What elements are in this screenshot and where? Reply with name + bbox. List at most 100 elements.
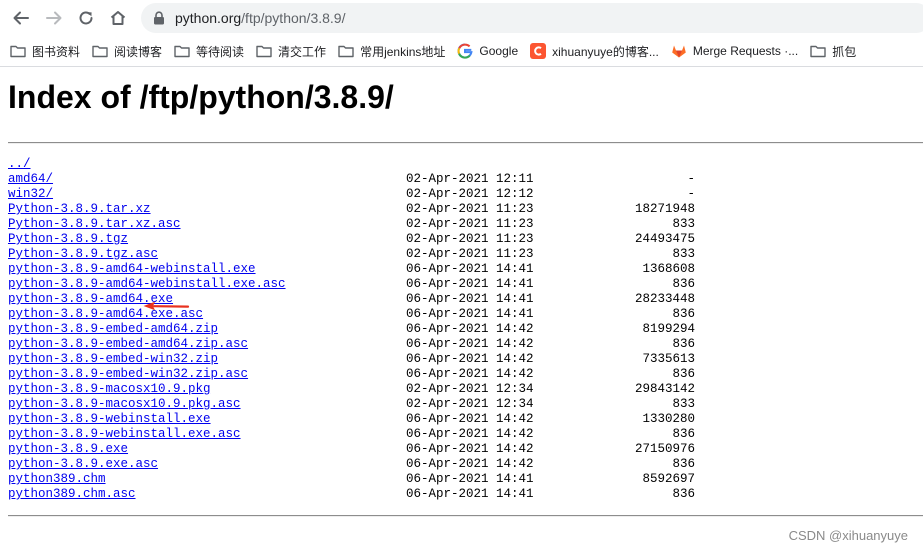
file-link[interactable]: python-3.8.9-embed-amd64.zip.asc xyxy=(8,337,248,352)
file-link[interactable]: python-3.8.9.exe.asc xyxy=(8,457,158,472)
url-text[interactable]: python.org/ftp/python/3.8.9/ xyxy=(175,10,345,26)
bookmark-item[interactable]: 等待阅读 xyxy=(168,39,250,63)
file-row: amd64/02-Apr-2021 12:11 - xyxy=(8,172,923,187)
file-row: python-3.8.9-amd64-webinstall.exe 06-Apr-… xyxy=(8,262,923,277)
file-date: 06-Apr-2021 14:42 xyxy=(406,427,534,441)
file-link[interactable]: python-3.8.9-amd64-webinstall.exe.asc xyxy=(8,277,286,292)
file-row: python-3.8.9.exe.asc 06-Apr-2021 14:42 836 xyxy=(8,457,923,472)
file-link[interactable]: Python-3.8.9.tgz xyxy=(8,232,128,247)
file-link[interactable]: python-3.8.9-embed-win32.zip.asc xyxy=(8,367,248,382)
file-date: 06-Apr-2021 14:42 xyxy=(406,322,534,336)
bookmark-label: Merge Requests ·... xyxy=(692,44,799,58)
file-row: python-3.8.9-amd64-webinstall.exe.asc 06-… xyxy=(8,277,923,292)
file-date: 06-Apr-2021 14:42 xyxy=(406,337,534,351)
file-size: 27150976 xyxy=(634,442,695,456)
file-link[interactable]: python389.chm xyxy=(8,472,106,487)
file-row: python-3.8.9-webinstall.exe 06-Apr-2021 1… xyxy=(8,412,923,427)
address-bar[interactable]: python.org/ftp/python/3.8.9/ xyxy=(141,3,923,33)
file-row: python-3.8.9-macosx10.9.pkg 02-Apr-2021 1… xyxy=(8,382,923,397)
folder-icon xyxy=(338,43,354,59)
page-content: Index of /ftp/python/3.8.9/ ../ amd64/02… xyxy=(0,67,923,552)
file-size: 1368608 xyxy=(642,262,695,276)
csdn-icon xyxy=(530,43,547,59)
forward-button[interactable] xyxy=(42,6,66,30)
gitlab-icon xyxy=(671,43,687,59)
file-size: 836 xyxy=(672,457,695,471)
file-link[interactable]: win32/ xyxy=(8,187,53,202)
bookmark-label: 等待阅读 xyxy=(196,44,245,59)
red-arrow-annotation xyxy=(143,301,190,311)
file-size: 836 xyxy=(672,487,695,501)
file-size: 8199294 xyxy=(642,322,695,336)
file-date: 06-Apr-2021 14:42 xyxy=(406,412,534,426)
arrow-left-icon xyxy=(13,11,29,25)
file-row: python-3.8.9-embed-amd64.zip.asc 06-Apr-2… xyxy=(8,337,923,352)
file-size: - xyxy=(687,172,695,186)
file-listing: ../ amd64/02-Apr-2021 12:11- win32/02-Apr… xyxy=(8,157,923,502)
file-date: 06-Apr-2021 14:41 xyxy=(406,487,534,501)
file-row: python389.chm 06-Apr-2021 14:41 8592697 xyxy=(8,472,923,487)
file-link[interactable]: python-3.8.9-webinstall.exe xyxy=(8,412,211,427)
folder-icon xyxy=(810,43,826,59)
bookmark-item[interactable]: Merge Requests ·... xyxy=(665,39,804,63)
file-date: 06-Apr-2021 14:42 xyxy=(406,457,534,471)
file-link[interactable]: Python-3.8.9.tar.xz.asc xyxy=(8,217,181,232)
file-row: python-3.8.9.exe 06-Apr-2021 14:42 2715097… xyxy=(8,442,923,457)
file-link[interactable]: python-3.8.9-webinstall.exe.asc xyxy=(8,427,241,442)
file-link[interactable]: python-3.8.9-amd64-webinstall.exe xyxy=(8,262,256,277)
file-row: python-3.8.9-webinstall.exe.asc 06-Apr-20… xyxy=(8,427,923,442)
file-row: python-3.8.9-embed-amd64.zip 06-Apr-2021 … xyxy=(8,322,923,337)
bookmark-item[interactable]: 常用jenkins地址 xyxy=(332,39,451,63)
home-button[interactable] xyxy=(106,6,130,30)
file-size: 1330280 xyxy=(642,412,695,426)
file-link[interactable]: python-3.8.9-embed-amd64.zip xyxy=(8,322,218,337)
reload-button[interactable] xyxy=(74,6,98,30)
watermark-text: CSDN @xihuanyuye xyxy=(788,528,908,543)
file-link[interactable]: Python-3.8.9.tgz.asc xyxy=(8,247,158,262)
bookmark-item[interactable]: 阅读博客 xyxy=(86,39,168,63)
parent-row: ../ xyxy=(8,157,923,172)
parent-directory-link[interactable]: ../ xyxy=(8,157,31,172)
file-size: 29843142 xyxy=(634,382,695,396)
file-row: python-3.8.9-embed-win32.zip 06-Apr-2021 … xyxy=(8,352,923,367)
file-date: 02-Apr-2021 11:23 xyxy=(406,232,534,246)
back-button[interactable] xyxy=(9,6,33,30)
bookmark-label: 阅读博客 xyxy=(114,44,163,59)
bookmark-item[interactable]: xihuanyuye的博客... xyxy=(524,39,665,63)
lock-icon[interactable] xyxy=(151,10,167,26)
file-row: win32/02-Apr-2021 12:12 - xyxy=(8,187,923,202)
file-size: 24493475 xyxy=(634,232,695,246)
file-link[interactable]: python-3.8.9.exe xyxy=(8,442,128,457)
bookmark-label: 图书资料 xyxy=(32,44,81,59)
bookmark-item[interactable]: 清交工作 xyxy=(250,39,332,63)
file-size: 836 xyxy=(672,367,695,381)
folder-icon xyxy=(92,43,108,59)
file-link[interactable]: Python-3.8.9.tar.xz xyxy=(8,202,151,217)
file-date: 06-Apr-2021 14:41 xyxy=(406,277,534,291)
file-link[interactable]: python-3.8.9-macosx10.9.pkg xyxy=(8,382,211,397)
bookmark-item[interactable]: 抓包 xyxy=(804,39,862,63)
file-size: 836 xyxy=(672,337,695,351)
file-date: 06-Apr-2021 14:42 xyxy=(406,367,534,381)
file-row: python-3.8.9-macosx10.9.pkg.asc 02-Apr-20… xyxy=(8,397,923,412)
file-link[interactable]: python389.chm.asc xyxy=(8,487,136,502)
file-size: 836 xyxy=(672,277,695,291)
file-row: Python-3.8.9.tar.xz 02-Apr-2021 11:23 1827… xyxy=(8,202,923,217)
file-size: 833 xyxy=(672,397,695,411)
bookmark-item[interactable]: Google xyxy=(451,39,524,63)
bottom-divider xyxy=(8,515,923,517)
google-icon xyxy=(457,43,474,59)
folder-icon xyxy=(10,43,26,59)
bookmark-item[interactable]: 图书资料 xyxy=(4,39,86,63)
file-row: Python-3.8.9.tgz 02-Apr-2021 11:23 2449347… xyxy=(8,232,923,247)
browser-toolbar: python.org/ftp/python/3.8.9/ xyxy=(0,0,923,36)
file-size: 836 xyxy=(672,427,695,441)
file-date: 06-Apr-2021 14:41 xyxy=(406,292,534,306)
file-size: 7335613 xyxy=(642,352,695,366)
file-date: 02-Apr-2021 11:23 xyxy=(406,202,534,216)
file-link[interactable]: amd64/ xyxy=(8,172,53,187)
bookmarks-bar: 图书资料 阅读博客 等待阅读 清交工作 常用jenkins地址 Google xihuany… xyxy=(0,36,923,67)
file-link[interactable]: python-3.8.9-macosx10.9.pkg.asc xyxy=(8,397,241,412)
file-link[interactable]: python-3.8.9-embed-win32.zip xyxy=(8,352,218,367)
url-host: python.org xyxy=(175,10,242,26)
